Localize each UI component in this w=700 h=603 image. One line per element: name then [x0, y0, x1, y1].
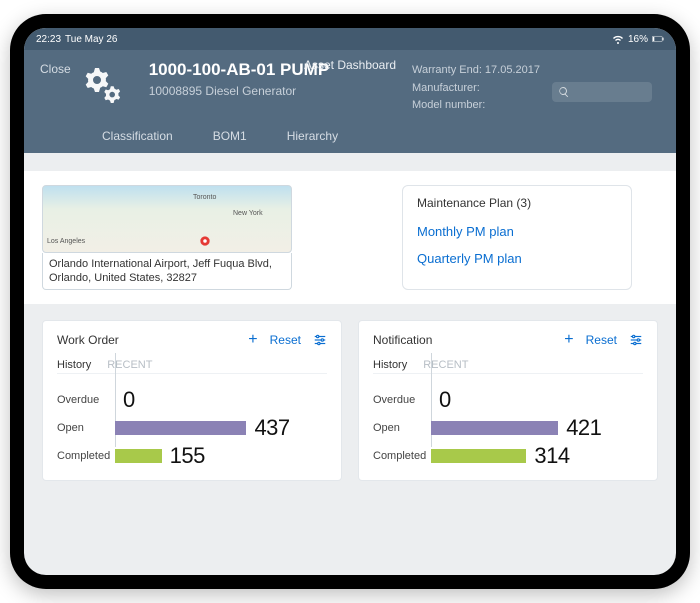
- maintenance-plan-item[interactable]: Monthly PM plan: [417, 218, 617, 245]
- page-title: Asset Dashboard: [304, 58, 396, 72]
- settings-icon[interactable]: [313, 333, 327, 347]
- bar-label-overdue: Overdue: [57, 394, 115, 406]
- asset-meta: Warranty End: 17.05.2017 Manufacturer: M…: [412, 62, 540, 115]
- bar-label-completed: Completed: [373, 450, 431, 462]
- wifi-icon: [612, 33, 624, 45]
- settings-icon[interactable]: [629, 333, 643, 347]
- tablet-frame: 22:23 Tue May 26 16% Asset Dashboard Clo…: [10, 14, 690, 589]
- reset-button[interactable]: Reset: [270, 333, 301, 347]
- status-bar: 22:23 Tue May 26 16%: [24, 28, 676, 50]
- notification-chart: Overdue 0 Open 421 Completed 314: [373, 386, 643, 470]
- notification-card: Notification + Reset History RECENT: [358, 320, 658, 481]
- subtab-history[interactable]: History: [57, 359, 91, 371]
- model-number: Model number:: [412, 97, 540, 115]
- maintenance-plan-heading: Maintenance Plan (3): [417, 196, 617, 210]
- bar-label-open: Open: [373, 422, 431, 434]
- add-button[interactable]: +: [248, 331, 257, 349]
- bar-value: 314: [534, 443, 569, 469]
- gears-icon: [81, 62, 129, 110]
- location-address: Orlando International Airport, Jeff Fuqu…: [42, 253, 292, 291]
- bar-value: 421: [566, 415, 601, 441]
- maintenance-plan-item[interactable]: Quarterly PM plan: [417, 245, 617, 272]
- add-button[interactable]: +: [564, 331, 573, 349]
- search-input[interactable]: [552, 82, 652, 102]
- tab-classification[interactable]: Classification: [102, 129, 173, 143]
- card-title: Work Order: [57, 333, 119, 347]
- search-icon: [558, 86, 570, 98]
- map-pin-icon: [198, 234, 212, 248]
- bar-value: 155: [170, 443, 205, 469]
- tab-bom[interactable]: BOM1: [213, 129, 247, 143]
- warranty-end: Warranty End: 17.05.2017: [412, 62, 540, 80]
- map-thumbnail[interactable]: Toronto New York Los Angeles: [42, 185, 292, 253]
- bar-value: 437: [254, 415, 289, 441]
- cards-row: Work Order + Reset History RECENT Ov: [24, 304, 676, 481]
- close-button[interactable]: Close: [40, 60, 71, 76]
- bar-value: 0: [439, 387, 451, 413]
- header-tabs: Classification BOM1 Hierarchy: [102, 129, 660, 153]
- map-city-la: Los Angeles: [47, 238, 85, 245]
- map-city-toronto: Toronto: [193, 194, 216, 201]
- bar-value: 0: [123, 387, 135, 413]
- content: Toronto New York Los Angeles Orlando Int…: [24, 153, 676, 545]
- reset-button[interactable]: Reset: [586, 333, 617, 347]
- asset-subtitle: 10008895 Diesel Generator: [149, 84, 402, 98]
- battery-icon: [652, 33, 664, 45]
- overview-row: Toronto New York Los Angeles Orlando Int…: [24, 171, 676, 305]
- status-time: 22:23: [36, 34, 61, 45]
- subtab-history[interactable]: History: [373, 359, 407, 371]
- card-title: Notification: [373, 333, 432, 347]
- bar-label-completed: Completed: [57, 450, 115, 462]
- location-card[interactable]: Toronto New York Los Angeles Orlando Int…: [42, 185, 292, 291]
- bar-label-open: Open: [57, 422, 115, 434]
- work-order-chart: Overdue 0 Open 437 Completed 155: [57, 386, 327, 470]
- battery-percent: 16%: [628, 34, 648, 45]
- screen: 22:23 Tue May 26 16% Asset Dashboard Clo…: [24, 28, 676, 575]
- map-city-newyork: New York: [233, 210, 263, 217]
- work-order-card: Work Order + Reset History RECENT Ov: [42, 320, 342, 481]
- manufacturer: Manufacturer:: [412, 80, 540, 98]
- maintenance-plan-card: Maintenance Plan (3) Monthly PM plan Qua…: [402, 185, 632, 291]
- tab-hierarchy[interactable]: Hierarchy: [287, 129, 338, 143]
- status-date: Tue May 26: [65, 34, 117, 45]
- bar-label-overdue: Overdue: [373, 394, 431, 406]
